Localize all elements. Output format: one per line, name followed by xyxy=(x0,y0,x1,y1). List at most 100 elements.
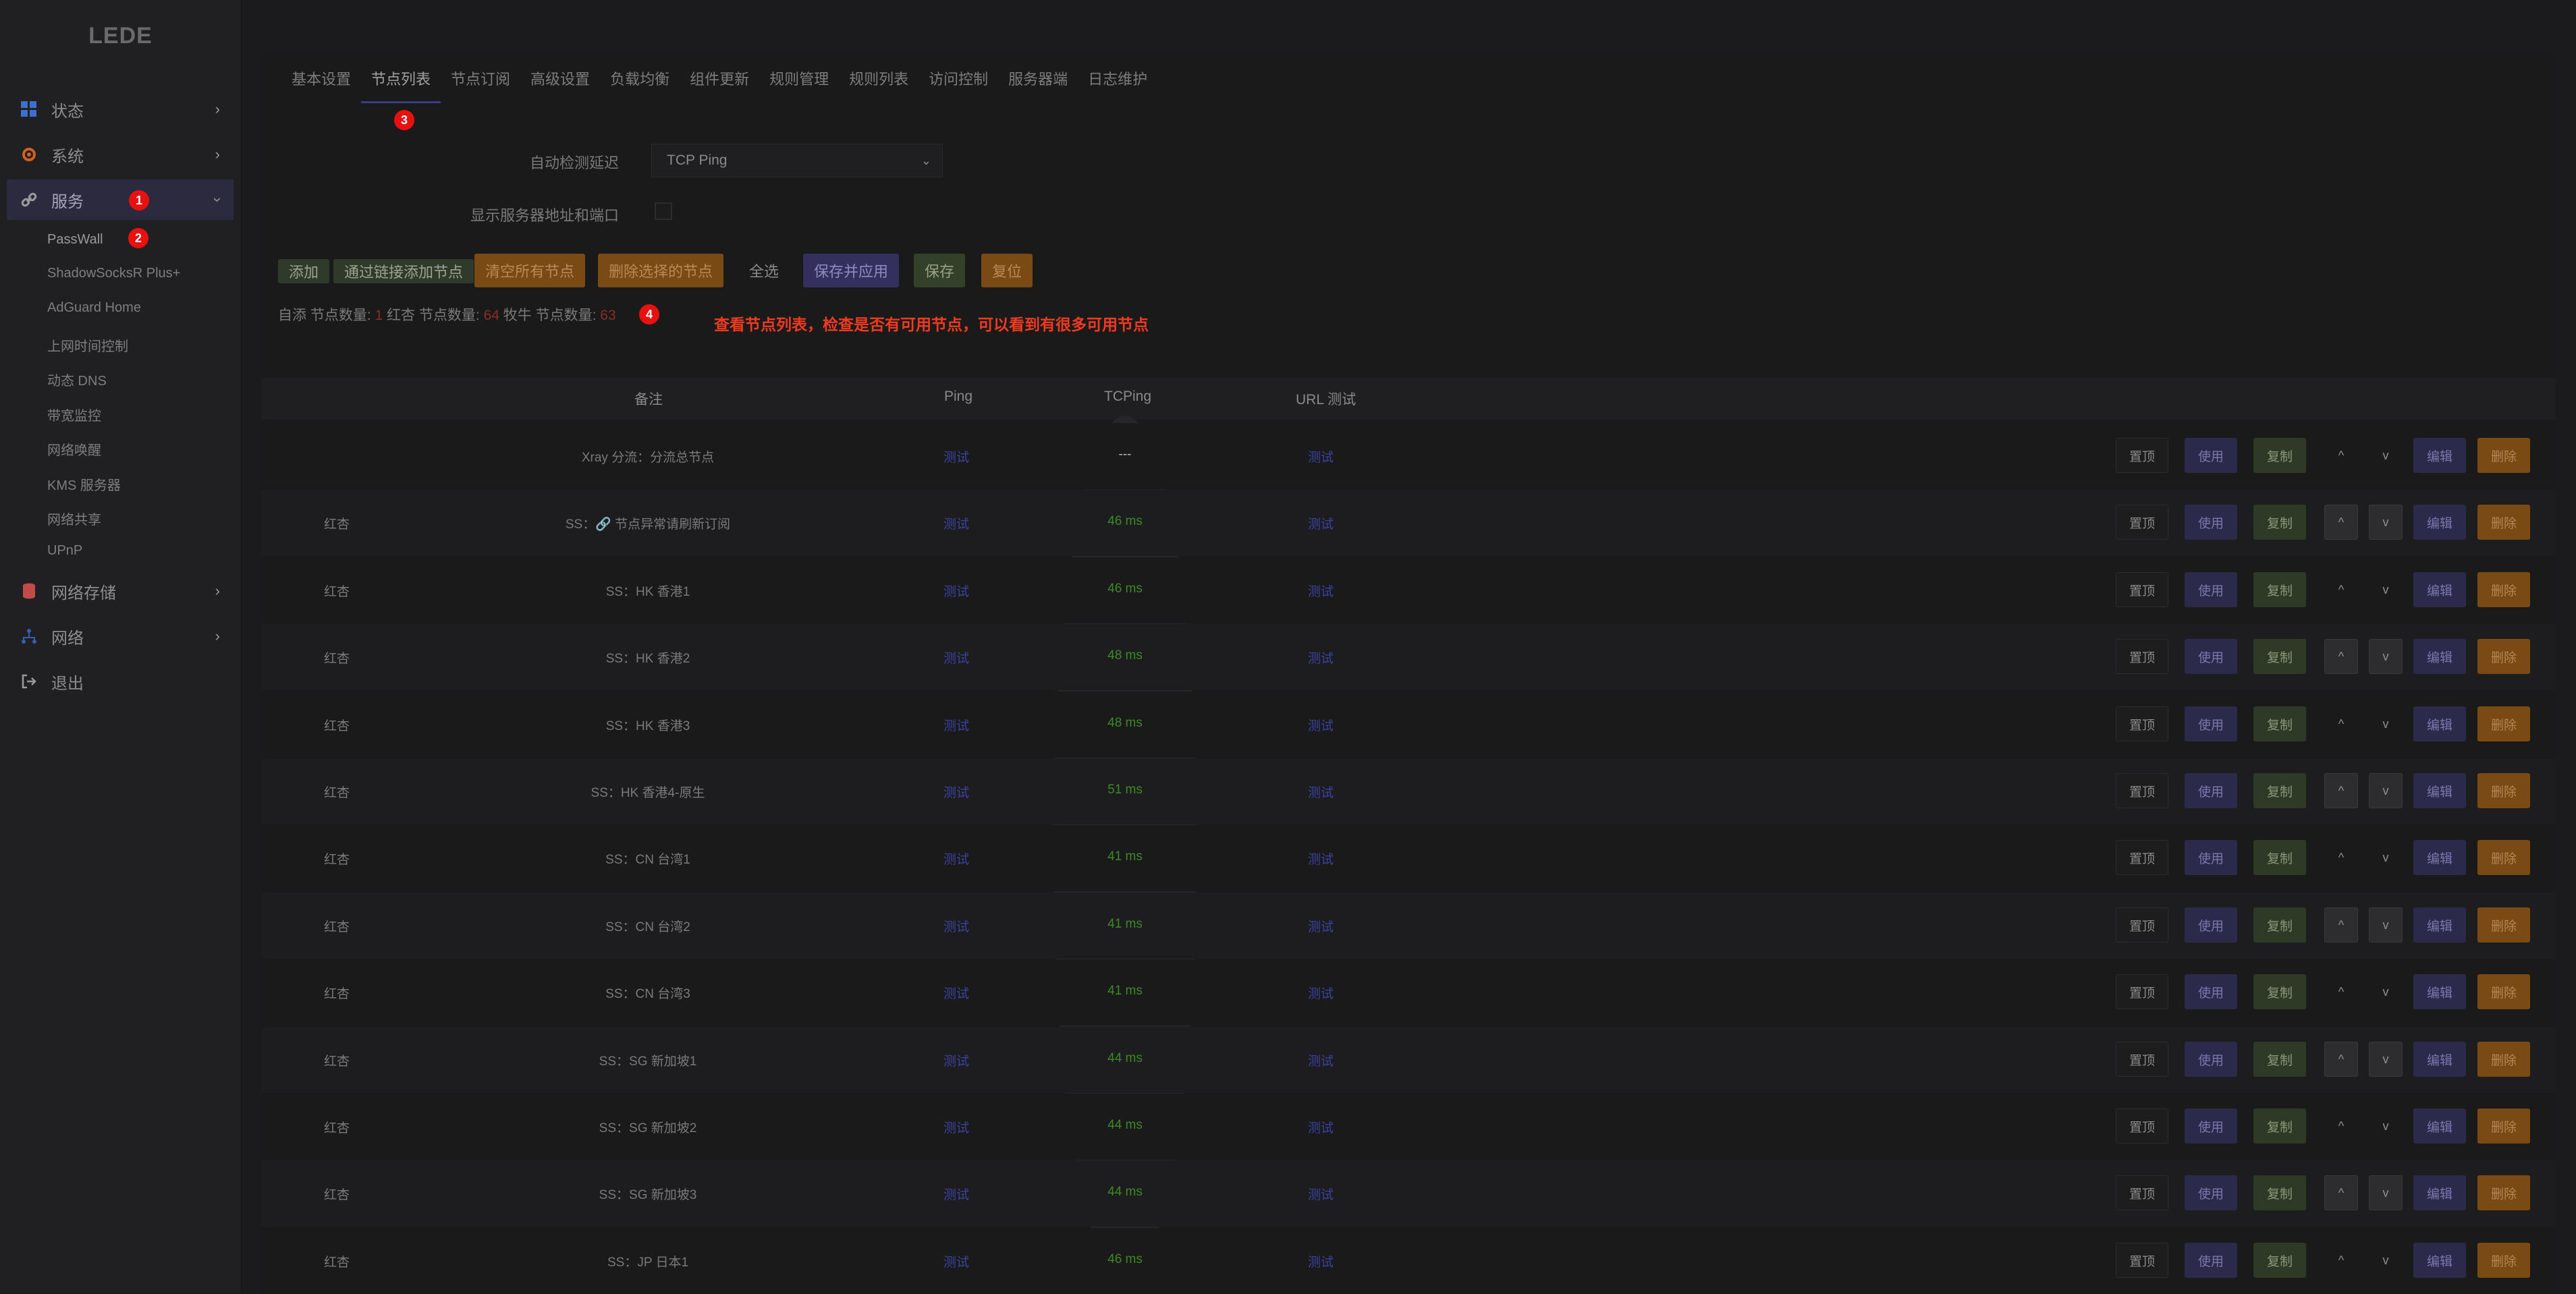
url-test-link[interactable]: 测试 xyxy=(1308,447,1334,466)
move-up-button[interactable]: ^ xyxy=(2324,1175,2358,1210)
save-button[interactable]: 保存 xyxy=(914,254,966,287)
edit-button[interactable]: 编辑 xyxy=(2413,1175,2466,1210)
delete-button[interactable]: 删除 xyxy=(2477,706,2530,741)
pin-top-button[interactable]: 置顶 xyxy=(2116,1108,2168,1144)
pin-top-button[interactable]: 置顶 xyxy=(2116,1243,2168,1278)
move-down-button[interactable]: v xyxy=(2369,1175,2403,1210)
url-test-link[interactable]: 测试 xyxy=(1308,1252,1334,1270)
tab-log[interactable]: 日志维护 xyxy=(1078,67,1157,101)
nav-item-system[interactable]: 系统 › xyxy=(7,134,234,175)
copy-button[interactable]: 复制 xyxy=(2253,907,2306,943)
url-test-link[interactable]: 测试 xyxy=(1308,1185,1334,1203)
copy-button[interactable]: 复制 xyxy=(2253,639,2306,674)
pin-top-button[interactable]: 置顶 xyxy=(2116,974,2168,1009)
move-down-button[interactable]: v xyxy=(2369,505,2403,540)
tab-basic[interactable]: 基本设置 xyxy=(261,67,361,101)
move-up-button[interactable]: ^ xyxy=(2324,1108,2358,1144)
nav-item-services[interactable]: 服务 › xyxy=(7,179,234,220)
sub-item-kms[interactable]: KMS 服务器 xyxy=(47,474,121,494)
add-by-link-button[interactable]: 通过链接添加节点 xyxy=(333,259,474,283)
sub-item-time-control[interactable]: 上网时间控制 xyxy=(47,335,128,355)
sub-item-ssr-plus[interactable]: ShadowSocksR Plus+ xyxy=(47,266,180,281)
ping-test-link[interactable]: 测试 xyxy=(943,917,969,935)
delete-button[interactable]: 删除 xyxy=(2477,974,2530,1009)
copy-button[interactable]: 复制 xyxy=(2253,1243,2306,1278)
show-addr-checkbox[interactable] xyxy=(655,202,672,220)
ping-test-link[interactable]: 测试 xyxy=(943,849,969,868)
move-down-button[interactable]: v xyxy=(2369,773,2403,808)
edit-button[interactable]: 编辑 xyxy=(2413,505,2466,540)
pin-top-button[interactable]: 置顶 xyxy=(2116,1175,2168,1210)
edit-button[interactable]: 编辑 xyxy=(2413,773,2466,808)
url-test-link[interactable]: 测试 xyxy=(1308,1118,1334,1136)
delete-button[interactable]: 删除 xyxy=(2477,639,2530,674)
ping-test-link[interactable]: 测试 xyxy=(943,716,969,734)
move-down-button[interactable]: v xyxy=(2369,974,2403,1009)
delete-selected-button[interactable]: 删除选择的节点 xyxy=(598,254,724,287)
pin-top-button[interactable]: 置顶 xyxy=(2116,840,2168,875)
edit-button[interactable]: 编辑 xyxy=(2413,907,2466,943)
sub-item-ddns[interactable]: 动态 DNS xyxy=(47,370,107,389)
ping-test-link[interactable]: 测试 xyxy=(943,984,969,1002)
tab-rule-list[interactable]: 规则列表 xyxy=(839,67,919,101)
use-button[interactable]: 使用 xyxy=(2185,639,2237,674)
edit-button[interactable]: 编辑 xyxy=(2413,572,2466,607)
sub-item-passwall[interactable]: PassWall xyxy=(47,232,103,248)
use-button[interactable]: 使用 xyxy=(2185,505,2237,540)
sub-item-wol[interactable]: 网络唤醒 xyxy=(47,439,101,459)
move-down-button[interactable]: v xyxy=(2369,1042,2403,1077)
move-up-button[interactable]: ^ xyxy=(2324,974,2358,1009)
use-button[interactable]: 使用 xyxy=(2185,773,2237,808)
add-button[interactable]: 添加 xyxy=(278,259,330,283)
move-up-button[interactable]: ^ xyxy=(2324,438,2358,473)
delete-button[interactable]: 删除 xyxy=(2477,438,2530,473)
move-down-button[interactable]: v xyxy=(2369,907,2403,943)
delete-button[interactable]: 删除 xyxy=(2477,1175,2530,1210)
pin-top-button[interactable]: 置顶 xyxy=(2116,1042,2168,1077)
use-button[interactable]: 使用 xyxy=(2185,438,2237,473)
delete-button[interactable]: 删除 xyxy=(2477,572,2530,607)
sub-item-share[interactable]: 网络共享 xyxy=(47,509,101,528)
ping-test-link[interactable]: 测试 xyxy=(943,783,969,801)
delete-button[interactable]: 删除 xyxy=(2477,505,2530,540)
edit-button[interactable]: 编辑 xyxy=(2413,706,2466,741)
tab-rule-manage[interactable]: 规则管理 xyxy=(759,67,839,101)
move-up-button[interactable]: ^ xyxy=(2324,840,2358,875)
auto-detect-select[interactable]: TCP Ping ⌄ xyxy=(651,144,943,177)
move-up-button[interactable]: ^ xyxy=(2324,773,2358,808)
use-button[interactable]: 使用 xyxy=(2185,1108,2237,1144)
url-test-link[interactable]: 测试 xyxy=(1308,917,1334,935)
pin-top-button[interactable]: 置顶 xyxy=(2116,907,2168,943)
save-apply-button[interactable]: 保存并应用 xyxy=(803,254,900,287)
move-down-button[interactable]: v xyxy=(2369,840,2403,875)
tab-node-list[interactable]: 节点列表 xyxy=(361,67,441,103)
pin-top-button[interactable]: 置顶 xyxy=(2116,505,2168,540)
tab-balance[interactable]: 负载均衡 xyxy=(600,67,680,101)
move-down-button[interactable]: v xyxy=(2369,438,2403,473)
url-test-link[interactable]: 测试 xyxy=(1308,783,1334,801)
use-button[interactable]: 使用 xyxy=(2185,1042,2237,1077)
edit-button[interactable]: 编辑 xyxy=(2413,438,2466,473)
move-down-button[interactable]: v xyxy=(2369,1243,2403,1278)
move-up-button[interactable]: ^ xyxy=(2324,1243,2358,1278)
url-test-link[interactable]: 测试 xyxy=(1308,648,1334,667)
nav-item-storage[interactable]: 网络存储 › xyxy=(7,571,234,611)
use-button[interactable]: 使用 xyxy=(2185,974,2237,1009)
sub-item-bandwidth[interactable]: 带宽监控 xyxy=(47,405,101,424)
ping-test-link[interactable]: 测试 xyxy=(943,1118,969,1136)
tab-advanced[interactable]: 高级设置 xyxy=(520,67,600,101)
select-all-button[interactable]: 全选 xyxy=(738,254,790,287)
use-button[interactable]: 使用 xyxy=(2185,572,2237,607)
copy-button[interactable]: 复制 xyxy=(2253,572,2306,607)
edit-button[interactable]: 编辑 xyxy=(2413,1108,2466,1144)
edit-button[interactable]: 编辑 xyxy=(2413,1243,2466,1278)
delete-button[interactable]: 删除 xyxy=(2477,1042,2530,1077)
ping-test-link[interactable]: 测试 xyxy=(943,514,969,532)
url-test-link[interactable]: 测试 xyxy=(1308,582,1334,600)
use-button[interactable]: 使用 xyxy=(2185,1243,2237,1278)
move-up-button[interactable]: ^ xyxy=(2324,572,2358,607)
tab-subscribe[interactable]: 节点订阅 xyxy=(441,67,520,101)
delete-button[interactable]: 删除 xyxy=(2477,840,2530,875)
reset-button[interactable]: 复位 xyxy=(981,254,1033,287)
ping-test-link[interactable]: 测试 xyxy=(943,1252,969,1270)
